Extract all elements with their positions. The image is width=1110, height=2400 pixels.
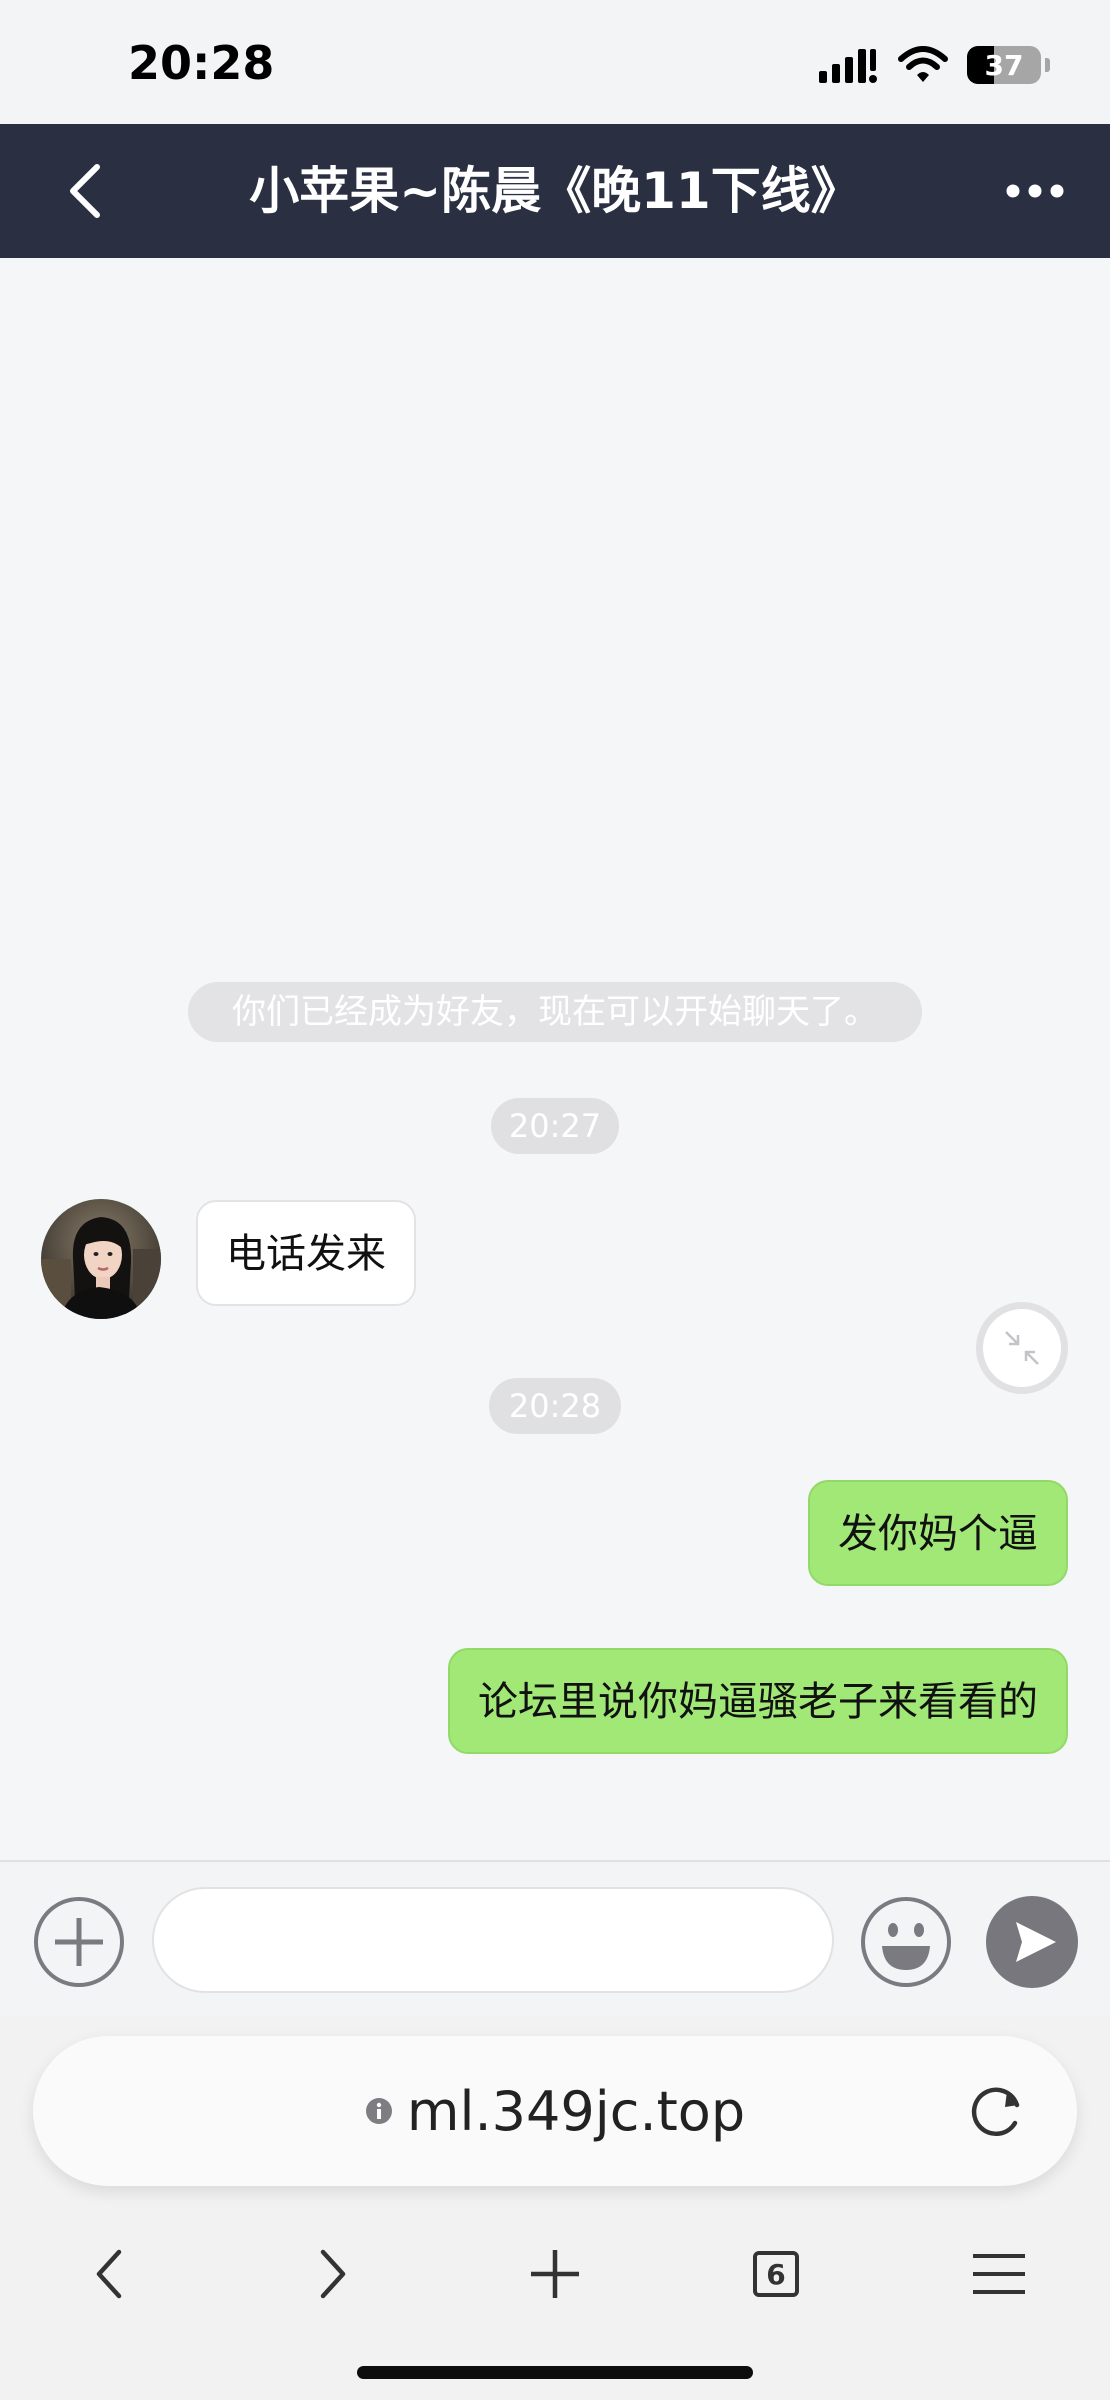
- outgoing-message-bubble[interactable]: 论坛里说你妈逼骚老子来看看的: [448, 1648, 1068, 1754]
- message-input-bar: [0, 1860, 1110, 2016]
- forward-arrow-icon: [320, 2249, 346, 2299]
- site-info-icon[interactable]: [365, 2097, 393, 2125]
- avatar-image: [41, 1199, 161, 1319]
- reload-button[interactable]: [961, 2075, 1033, 2147]
- tabs-icon: 6: [753, 2251, 799, 2297]
- chat-area[interactable]: 你们已经成为好友，现在可以开始聊天了。 20:27 电话发来 20:28 发你妈…: [0, 258, 1110, 1860]
- message-input[interactable]: [152, 1887, 834, 1993]
- contact-avatar[interactable]: [41, 1199, 161, 1319]
- reload-icon: [971, 2087, 1020, 2137]
- chevron-left-icon: [70, 164, 100, 218]
- battery-cap: [1045, 58, 1050, 72]
- battery-icon: 37: [967, 46, 1041, 84]
- url-text[interactable]: ml.349jc.top: [407, 2080, 745, 2143]
- browser-chrome: ml.349jc.top 6: [0, 2016, 1110, 2400]
- send-arrow-icon: [986, 1896, 1078, 1988]
- battery-level-text: 37: [984, 48, 1024, 82]
- back-arrow-icon: [96, 2249, 122, 2299]
- address-bar[interactable]: ml.349jc.top: [33, 2036, 1077, 2186]
- timestamp-chip: 20:27: [491, 1098, 619, 1154]
- browser-menu-button[interactable]: [959, 2234, 1039, 2314]
- chat-header: 小苹果~陈晨《晚11下线》: [0, 124, 1110, 258]
- more-options-button[interactable]: [990, 146, 1080, 236]
- more-dots-icon: [1006, 184, 1064, 198]
- smiley-icon: [861, 1897, 951, 1987]
- incoming-message-bubble[interactable]: 电话发来: [196, 1200, 416, 1306]
- home-indicator[interactable]: [357, 2366, 753, 2379]
- browser-back-button[interactable]: [69, 2234, 149, 2314]
- attach-plus-button[interactable]: [33, 1896, 125, 1988]
- chat-title: 小苹果~陈晨《晚11下线》: [249, 162, 861, 220]
- tabs-button[interactable]: 6: [736, 2234, 816, 2314]
- browser-toolbar: 6: [0, 2216, 1110, 2326]
- wifi-icon: [898, 46, 948, 82]
- timestamp-chip: 20:28: [489, 1378, 621, 1434]
- screen: 20:28 37 小苹果~陈晨《晚11下线》 你们已经成为好友，现在可以开始聊天…: [0, 0, 1110, 2400]
- status-time: 20:28: [128, 36, 275, 90]
- send-button[interactable]: [986, 1896, 1078, 1988]
- menu-icon: [973, 2254, 1025, 2294]
- shrink-arrows-icon: [1005, 1331, 1039, 1365]
- browser-forward-button[interactable]: [293, 2234, 373, 2314]
- back-button[interactable]: [40, 146, 130, 236]
- outgoing-message-bubble[interactable]: 发你妈个逼: [808, 1480, 1068, 1586]
- address-content: ml.349jc.top: [33, 2036, 1077, 2186]
- plus-circle-icon: [34, 1897, 124, 1987]
- status-bar: 20:28 37: [0, 0, 1110, 124]
- new-tab-button[interactable]: [515, 2234, 595, 2314]
- system-notice: 你们已经成为好友，现在可以开始聊天了。: [188, 982, 922, 1042]
- new-tab-icon: [531, 2250, 579, 2298]
- status-icons: 37: [817, 40, 1050, 90]
- floating-minimize-button[interactable]: [976, 1302, 1068, 1394]
- emoji-button[interactable]: [860, 1896, 952, 1988]
- signal-icon: [819, 49, 877, 83]
